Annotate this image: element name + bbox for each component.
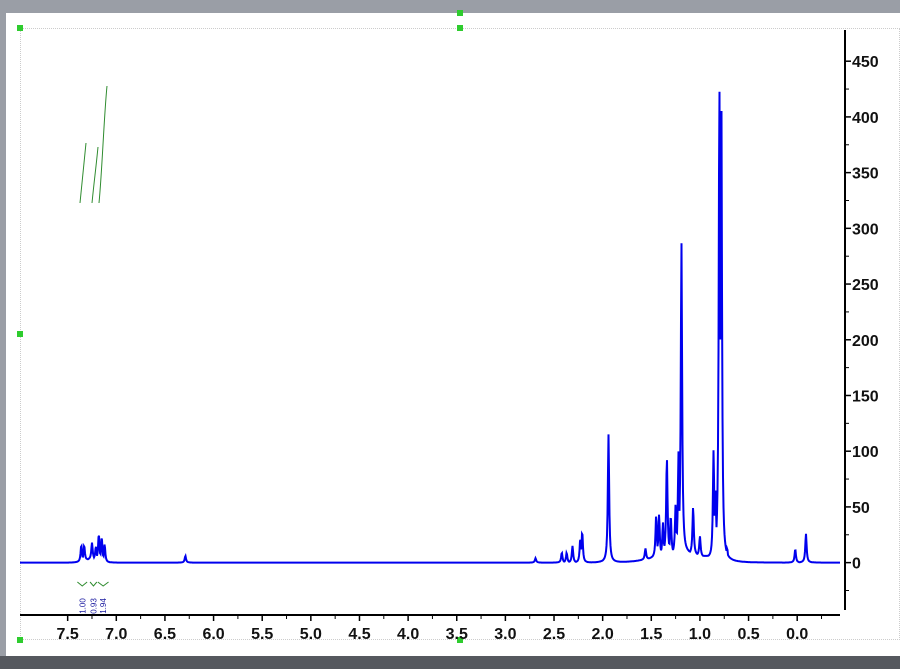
integral-bracket <box>77 581 88 587</box>
x-tick-label: 0.0 <box>786 626 808 643</box>
y-tick-label: 150 <box>852 388 879 405</box>
integral-curve <box>91 146 99 204</box>
x-tick-label: 0.5 <box>737 626 759 643</box>
x-tick-label: 3.0 <box>494 626 516 643</box>
integral-value: 0.93 <box>89 598 98 614</box>
y-tick-label: 0 <box>852 556 861 573</box>
y-tick-label: 450 <box>852 54 879 71</box>
y-tick-label: 350 <box>852 166 879 183</box>
x-tick-label: 4.0 <box>397 626 419 643</box>
integral-bracket <box>89 581 98 587</box>
y-tick-label: 300 <box>852 221 879 238</box>
x-tick-label: 6.0 <box>202 626 224 643</box>
y-tick-label: 50 <box>852 500 870 517</box>
integral-value: 1.00 <box>78 598 87 614</box>
y-tick-label: 100 <box>852 444 879 461</box>
y-tick-label: 250 <box>852 277 879 294</box>
x-tick-label: 5.0 <box>300 626 322 643</box>
y-tick-label: 200 <box>852 333 879 350</box>
x-tick-label: 2.5 <box>543 626 565 643</box>
integral-curve <box>79 142 87 204</box>
x-tick-label: 5.5 <box>251 626 273 643</box>
integral-curve <box>98 85 108 204</box>
integral-value: 1.94 <box>99 598 108 614</box>
integral-bracket <box>97 581 109 587</box>
x-tick-label: 2.0 <box>592 626 614 643</box>
x-tick-label: 6.5 <box>154 626 176 643</box>
x-tick-label: 1.5 <box>640 626 662 643</box>
x-tick-label: 7.5 <box>57 626 79 643</box>
x-tick-label: 7.0 <box>105 626 127 643</box>
x-tick-label: 4.5 <box>348 626 370 643</box>
nmr-chart: 7.5 7.0 6.5 6.0 5.5 5.0 4.5 4.0 3.5 3.0 2.5 2.0 1.5 1… <box>20 30 879 643</box>
spectrum-line <box>20 91 840 564</box>
x-tick-label: 3.5 <box>446 626 468 643</box>
x-tick-label: 1.0 <box>689 626 711 643</box>
y-tick-label: 400 <box>852 110 879 127</box>
